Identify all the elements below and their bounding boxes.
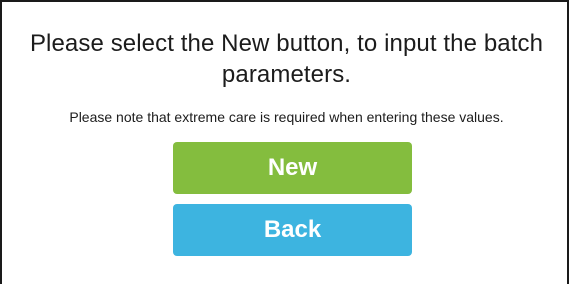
dialog-panel: Please select the New button, to input t… (0, 0, 569, 284)
dialog-title: Please select the New button, to input t… (29, 30, 544, 88)
new-button[interactable]: New (173, 142, 412, 194)
caution-note: Please note that extreme care is require… (69, 109, 504, 125)
back-button[interactable]: Back (173, 204, 412, 256)
